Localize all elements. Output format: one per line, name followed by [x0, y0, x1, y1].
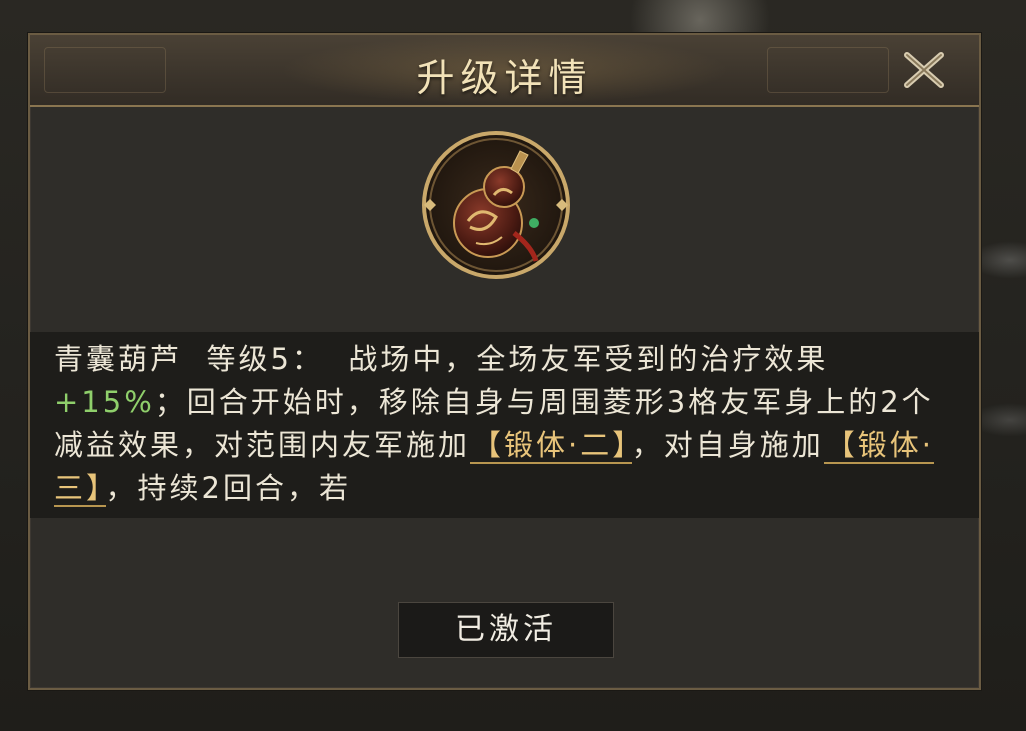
item-level: 等级5： — [206, 342, 324, 376]
description-part4: ，持续2回合，若 — [105, 471, 351, 505]
dialog-titlebar: 升级详情 — [30, 35, 979, 107]
buff-tag-forge-two[interactable]: 【锻体·二】 — [470, 428, 632, 464]
close-x-icon — [904, 52, 944, 88]
close-button[interactable] — [899, 45, 949, 95]
description-part1: 战场中，全场友军受到的治疗效果 — [348, 342, 829, 376]
activated-status-button[interactable]: 已激活 — [398, 602, 614, 658]
gourd-icon — [422, 131, 570, 279]
description-part3: ，对自身施加 — [631, 428, 824, 462]
item-emblem — [416, 125, 576, 285]
heal-bonus-value: +15% — [54, 385, 155, 419]
upgrade-details-dialog: 升级详情 青囊葫芦 等级5： 战场中，全场友军受到的治疗效果+15%；回合开始时… — [28, 33, 981, 690]
item-description: 青囊葫芦 等级5： 战场中，全场友军受到的治疗效果+15%；回合开始时，移除自身… — [54, 338, 959, 510]
item-name: 青囊葫芦 — [54, 342, 183, 376]
dialog-title: 升级详情 — [416, 56, 593, 100]
